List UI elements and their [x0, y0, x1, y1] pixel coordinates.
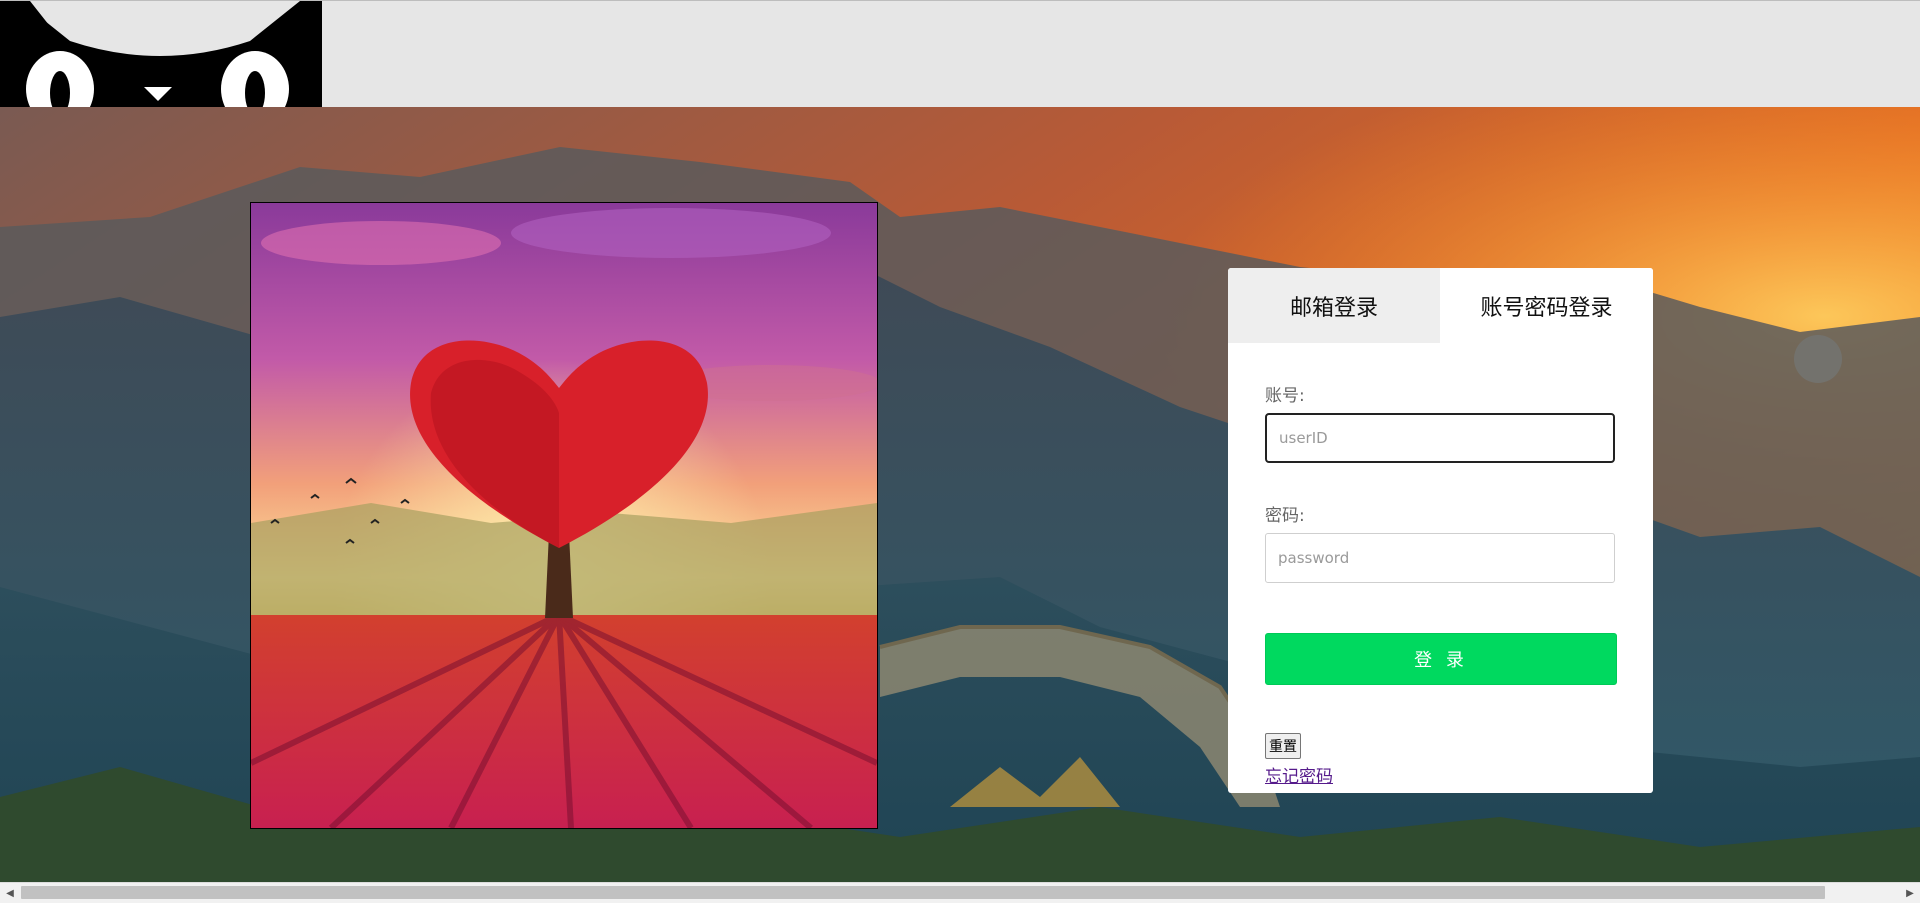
scroll-left-arrow-icon[interactable]: ◀ [0, 883, 20, 903]
reset-button[interactable]: 重置 [1265, 733, 1301, 759]
password-label: 密码: [1265, 506, 1305, 526]
scrollbar-thumb[interactable] [21, 886, 1825, 899]
login-page: 邮箱登录 账号密码登录 账号: 密码: 登 录 重置 忘记密码 ◀ ▶ [0, 0, 1920, 903]
horizontal-scrollbar[interactable]: ◀ ▶ [0, 882, 1920, 903]
login-panel: 邮箱登录 账号密码登录 账号: 密码: 登 录 重置 忘记密码 [1228, 268, 1653, 793]
header-bar [0, 0, 1920, 107]
heart-tree-image [250, 202, 878, 829]
scroll-right-arrow-icon[interactable]: ▶ [1900, 883, 1920, 903]
account-input[interactable] [1265, 413, 1615, 463]
login-button[interactable]: 登 录 [1265, 633, 1617, 685]
tab-email-login[interactable]: 邮箱登录 [1228, 268, 1440, 343]
forgot-password-link[interactable]: 忘记密码 [1265, 762, 1333, 787]
account-label: 账号: [1265, 386, 1305, 406]
password-input[interactable] [1265, 533, 1615, 583]
cat-logo-icon [0, 1, 322, 107]
login-tabs: 邮箱登录 账号密码登录 [1228, 268, 1653, 343]
tab-account-login[interactable]: 账号密码登录 [1440, 268, 1653, 343]
